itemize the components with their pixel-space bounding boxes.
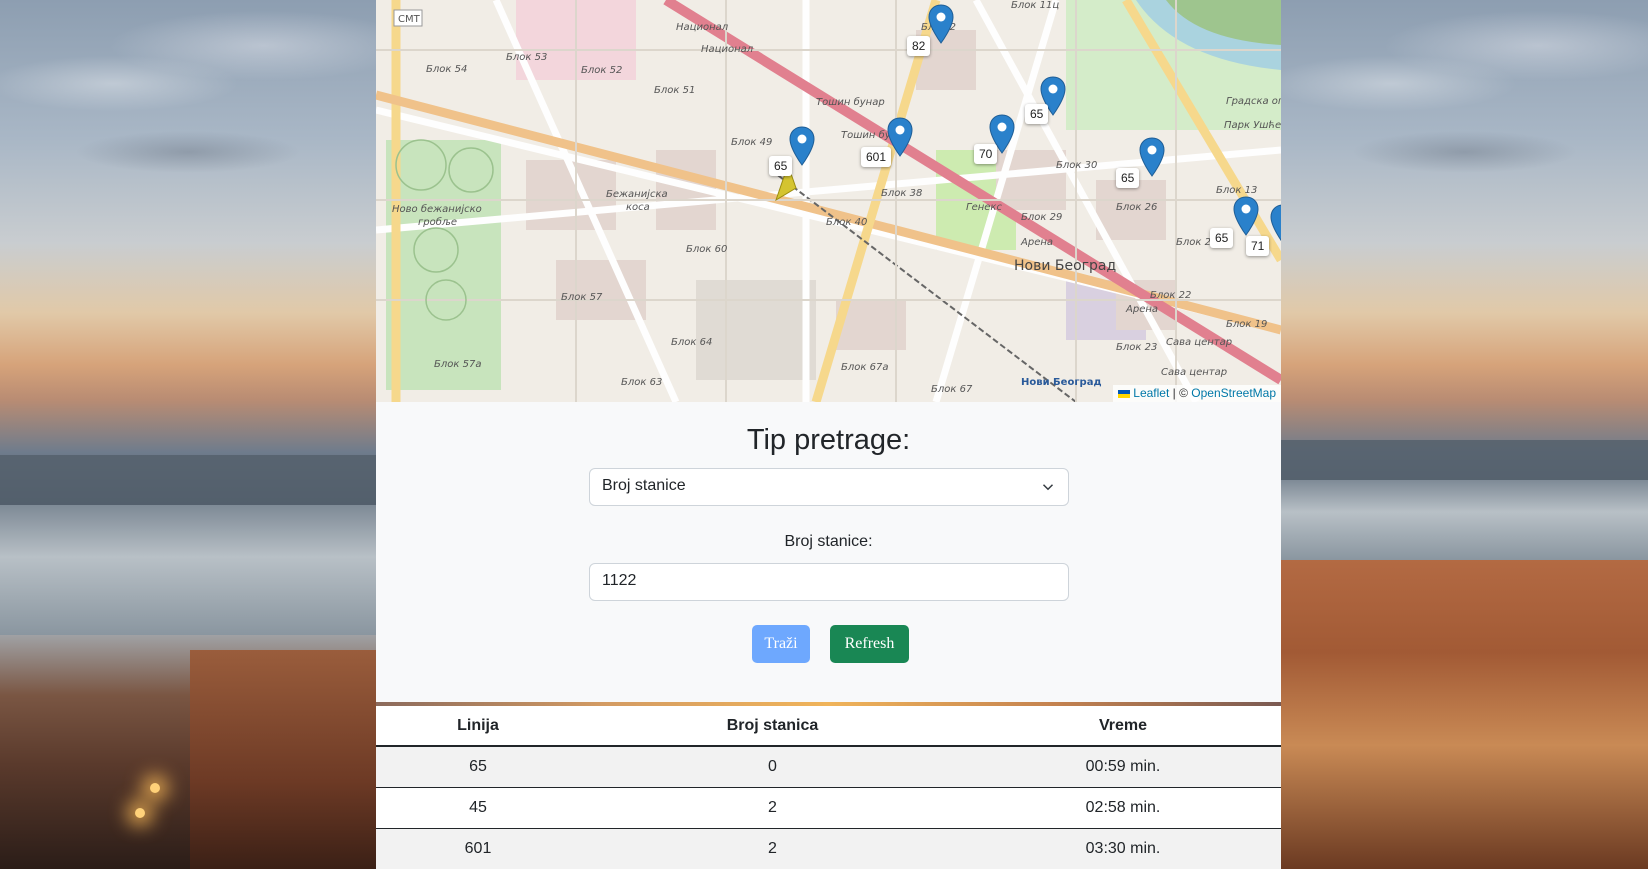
- marker-label[interactable]: 71: [1246, 236, 1270, 256]
- svg-text:Блок 40: Блок 40: [826, 217, 867, 228]
- results-table: Linija Broj stanica Vreme 65 0 00:59 min…: [376, 706, 1281, 869]
- chevron-down-icon: [1042, 484, 1054, 491]
- svg-text:Блок 64: Блок 64: [671, 337, 712, 348]
- svg-text:Национал: Национал: [701, 44, 754, 55]
- svg-text:Блок 54: Блок 54: [426, 64, 467, 75]
- svg-text:Блок 13: Блок 13: [1216, 185, 1257, 196]
- marker-label[interactable]: 65: [1116, 168, 1140, 188]
- svg-text:коса: коса: [626, 202, 650, 213]
- cell-line: 601: [376, 828, 580, 869]
- cell-stations: 2: [580, 828, 965, 869]
- cell-stations: 2: [580, 787, 965, 829]
- search-type-title: Tip pretrage:: [746, 424, 911, 456]
- svg-text:Блок 67: Блок 67: [931, 384, 973, 395]
- svg-text:Арена: Арена: [1020, 237, 1053, 248]
- svg-text:Блок 63: Блок 63: [621, 377, 662, 388]
- svg-text:Блок 22: Блок 22: [1150, 290, 1191, 301]
- svg-text:Блок 30: Блок 30: [1056, 160, 1097, 171]
- svg-text:Сава центар: Сава центар: [1166, 337, 1232, 348]
- svg-text:Арена: Арена: [1125, 304, 1158, 315]
- cell-line: 65: [376, 746, 580, 788]
- svg-text:Блок 57: Блок 57: [561, 292, 603, 303]
- table-row: 65 0 00:59 min.: [376, 746, 1281, 788]
- svg-text:Генекс: Генекс: [966, 202, 1002, 213]
- svg-text:Блок 53: Блок 53: [506, 52, 547, 63]
- marker-label[interactable]: 65: [1210, 228, 1234, 248]
- svg-text:Блок 67а: Блок 67а: [841, 362, 888, 373]
- svg-text:Ново бежанијско: Ново бежанијско: [392, 203, 482, 215]
- marker-label[interactable]: 65: [1025, 104, 1049, 124]
- svg-text:Блок 57а: Блок 57а: [434, 359, 481, 370]
- background-photo-right: [1281, 0, 1648, 869]
- table-row: 45 2 02:58 min.: [376, 787, 1281, 829]
- svg-text:СМТ: СМТ: [398, 14, 421, 25]
- svg-text:гробље: гробље: [418, 216, 457, 228]
- svg-text:Бежанијска: Бежанијска: [606, 188, 668, 200]
- ukraine-flag-icon: [1117, 389, 1130, 398]
- openstreetmap-link[interactable]: OpenStreetMap: [1191, 386, 1276, 400]
- station-number-label: Broj stanice:: [784, 533, 873, 550]
- marker-label[interactable]: 65: [769, 156, 793, 176]
- marker-label[interactable]: 601: [861, 147, 892, 167]
- cell-line: 45: [376, 787, 580, 829]
- svg-text:Градска општина: Градска општина: [1226, 96, 1281, 107]
- main-content: Блок 53 Блок 54 Блок 52 Блок 51 Блок 49 …: [376, 0, 1281, 869]
- marker-label[interactable]: 70: [974, 144, 998, 164]
- search-panel: Tip pretrage: Broj stanice Broj stanice:…: [376, 402, 1281, 702]
- svg-text:Нови Београд: Нови Београд: [1014, 258, 1116, 274]
- svg-text:Нови Београд: Нови Београд: [1021, 377, 1102, 388]
- map[interactable]: Блок 53 Блок 54 Блок 52 Блок 51 Блок 49 …: [376, 0, 1281, 402]
- cell-time: 03:30 min.: [965, 828, 1281, 869]
- results-table-container: Linija Broj stanica Vreme 65 0 00:59 min…: [376, 702, 1281, 869]
- table-header-row: Linija Broj stanica Vreme: [376, 706, 1281, 747]
- svg-text:Тошин бунар: Тошин бунар: [816, 96, 885, 108]
- svg-text:Блок 51: Блок 51: [654, 85, 695, 96]
- svg-text:Блок 60: Блок 60: [686, 244, 727, 255]
- cell-time: 02:58 min.: [965, 787, 1281, 829]
- attribution-separator: | ©: [1169, 386, 1192, 400]
- svg-text:Блок 23: Блок 23: [1116, 342, 1157, 353]
- svg-text:Блок 38: Блок 38: [881, 188, 922, 199]
- table-row: 601 2 03:30 min.: [376, 828, 1281, 869]
- cell-stations: 0: [580, 746, 965, 788]
- map-attribution: Leaflet | © OpenStreetMap: [1112, 385, 1281, 402]
- svg-text:Блок 26: Блок 26: [1116, 202, 1157, 213]
- svg-text:Парк Ушће: Парк Ушће: [1224, 120, 1281, 131]
- leaflet-link[interactable]: Leaflet: [1133, 386, 1169, 400]
- svg-text:Блок 49: Блок 49: [731, 137, 772, 148]
- svg-text:Национал: Национал: [676, 22, 729, 33]
- station-number-input[interactable]: 1122: [589, 563, 1069, 601]
- svg-text:Сава центар: Сава центар: [1161, 367, 1227, 378]
- search-button[interactable]: Traži: [752, 625, 810, 663]
- marker-label[interactable]: 82: [907, 36, 931, 56]
- column-header-line: Linija: [376, 706, 580, 747]
- svg-text:Блок 11ц: Блок 11ц: [1011, 0, 1059, 11]
- column-header-stations: Broj stanica: [580, 706, 965, 747]
- refresh-button[interactable]: Refresh: [830, 625, 909, 663]
- background-photo-left: [0, 0, 376, 869]
- search-type-selected-value: Broj stanice: [602, 477, 686, 494]
- cell-time: 00:59 min.: [965, 746, 1281, 788]
- svg-text:Блок 52: Блок 52: [581, 65, 622, 76]
- svg-text:Блок 29: Блок 29: [1021, 212, 1062, 223]
- svg-text:Блок 19: Блок 19: [1226, 319, 1267, 330]
- search-type-select[interactable]: Broj stanice: [589, 468, 1069, 506]
- column-header-time: Vreme: [965, 706, 1281, 747]
